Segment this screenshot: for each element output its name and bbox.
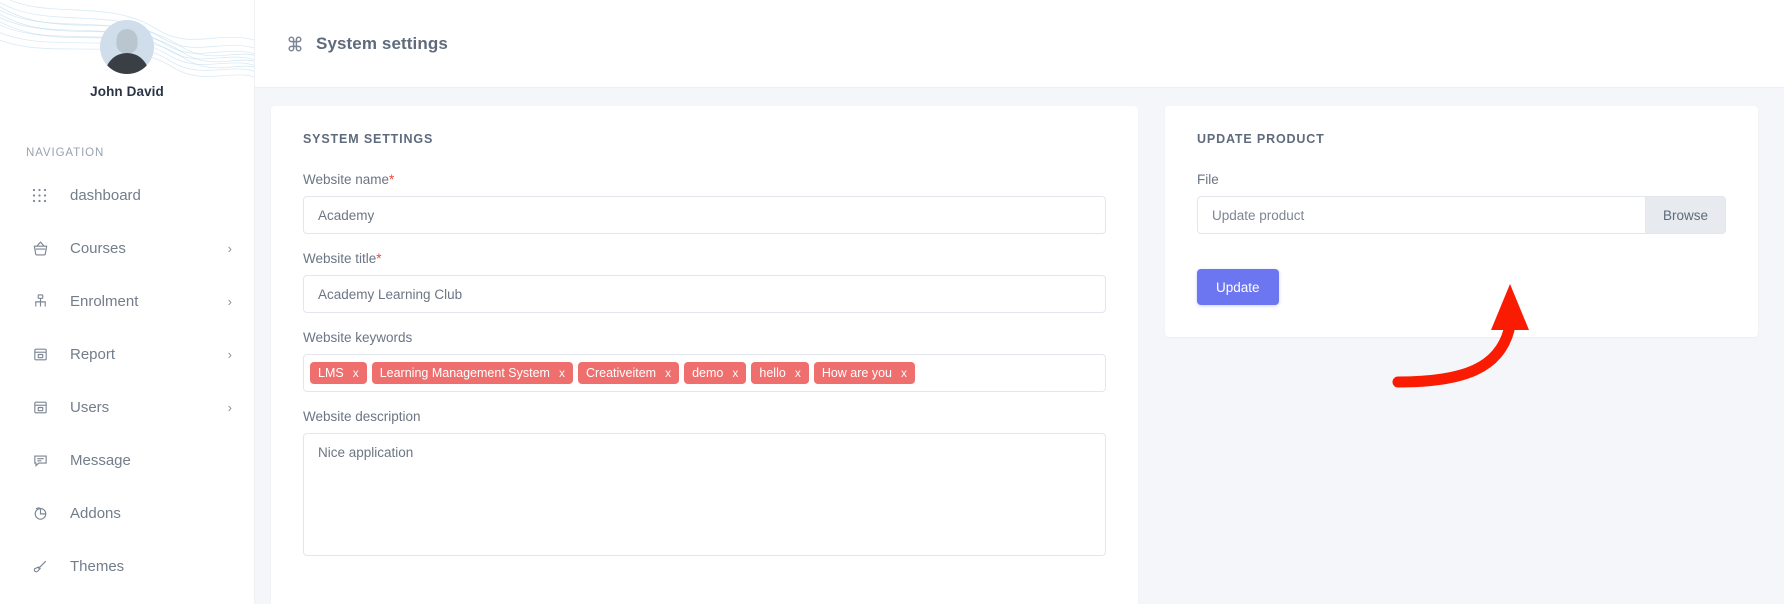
website-name-field: Website name* [303,172,1106,234]
profile-name: John David [90,84,164,99]
website-keywords-label: Website keywords [303,330,413,345]
keyword-tag-label: demo [692,366,724,380]
chevron-right-icon: › [227,347,232,362]
sidebar-item-users[interactable]: Users › [0,381,254,434]
sidebar-item-report[interactable]: Report › [0,328,254,381]
update-button[interactable]: Update [1197,269,1279,305]
topbar: System settings [255,0,1784,88]
archive-box-icon [32,398,54,418]
website-keywords-field: Website keywords LMS x Learning Manageme… [303,330,1106,392]
website-keywords-tag-input[interactable]: LMS x Learning Management System x Creat… [303,354,1106,392]
keyword-tag-label: Learning Management System [379,366,550,380]
website-name-label-text: Website name [303,172,390,187]
sidebar-item-enrolment[interactable]: Enrolment › [0,275,254,328]
sidebar-item-message[interactable]: Message [0,434,254,487]
remove-tag-icon[interactable]: x [732,366,738,380]
file-label: File [1197,172,1219,187]
keyword-tag-label: How are you [821,366,892,380]
website-title-input[interactable] [303,275,1106,313]
keyword-tag-label: LMS [318,366,344,380]
avatar[interactable] [100,20,154,74]
remove-tag-icon[interactable]: x [665,366,671,380]
nav-list: dashboard Courses › Enrolment › Report ›… [0,169,254,593]
required-marker: * [389,172,395,187]
app-root: John David NAVIGATION dashboard Courses … [0,0,1784,604]
sidebar-item-label: Enrolment [70,293,139,310]
sidebar-item-label: Courses [70,240,126,257]
website-name-input[interactable] [303,196,1106,234]
website-title-label: Website title* [303,251,1106,266]
keyword-tag[interactable]: Learning Management System x [371,362,573,384]
avatar-head-shape [116,29,138,53]
keyword-tag[interactable]: Creativeitem x [577,362,680,384]
remove-tag-icon[interactable]: x [559,366,565,380]
archive-box-icon [32,345,54,365]
sidebar-item-label: Addons [70,505,121,522]
main-content: System settings SYSTEM SETTINGS Website … [255,0,1784,604]
update-product-card-title: UPDATE PRODUCT [1197,132,1325,146]
keyword-tag[interactable]: hello x [751,362,809,384]
keyword-tag[interactable]: demo x [684,362,747,384]
remove-tag-icon[interactable]: x [901,366,907,380]
keyword-tag-label: Creativeitem [585,366,657,380]
website-name-label: Website name* [303,172,1106,187]
sidebar-item-label: dashboard [70,187,141,204]
website-description-label: Website description [303,409,421,424]
content-area: SYSTEM SETTINGS Website name* Website ti… [255,88,1784,604]
pie-chart-icon [32,504,54,524]
avatar-body-shape [105,53,149,74]
sidebar-item-label: Report [70,346,116,363]
website-description-textarea[interactable]: Nice application [303,433,1106,556]
sidebar-item-label: Themes [70,558,125,575]
website-description-field: Website description Nice application [303,409,1106,561]
file-name-display[interactable]: Update product [1197,196,1645,234]
browse-button[interactable]: Browse [1644,196,1726,234]
sidebar-item-themes[interactable]: Themes [0,540,254,593]
basket-icon [32,239,54,259]
sidebar: John David NAVIGATION dashboard Courses … [0,0,255,604]
chat-bubble-icon [32,451,54,471]
sidebar-item-label: Message [70,452,131,469]
sitemap-icon [32,292,54,312]
file-field: File Update product Browse [1197,172,1726,234]
required-marker: * [376,251,382,266]
chevron-right-icon: › [227,400,232,415]
chevron-right-icon: › [227,241,232,256]
command-icon [285,34,305,54]
sidebar-item-dashboard[interactable]: dashboard [0,169,254,222]
keyword-tag[interactable]: LMS x [310,362,367,384]
keyword-tag-label: hello [759,366,786,380]
sidebar-item-courses[interactable]: Courses › [0,222,254,275]
sidebar-item-label: Users [70,399,110,416]
page-title: System settings [316,33,448,53]
chevron-right-icon: › [227,294,232,309]
file-input-row: Update product Browse [1197,196,1726,234]
grid-dots-icon [32,186,54,206]
remove-tag-icon[interactable]: x [353,366,359,380]
website-title-label-text: Website title [303,251,377,266]
sidebar-profile: John David [0,0,254,99]
system-settings-card: SYSTEM SETTINGS Website name* Website ti… [271,106,1138,604]
update-product-card: UPDATE PRODUCT File Update product Brows… [1165,106,1758,337]
sidebar-item-addons[interactable]: Addons [0,487,254,540]
system-settings-card-title: SYSTEM SETTINGS [303,132,434,146]
nav-heading: NAVIGATION [26,147,105,159]
website-title-field: Website title* [303,251,1106,313]
remove-tag-icon[interactable]: x [795,366,801,380]
keyword-tag[interactable]: How are you x [813,362,915,384]
brush-icon [32,557,54,577]
